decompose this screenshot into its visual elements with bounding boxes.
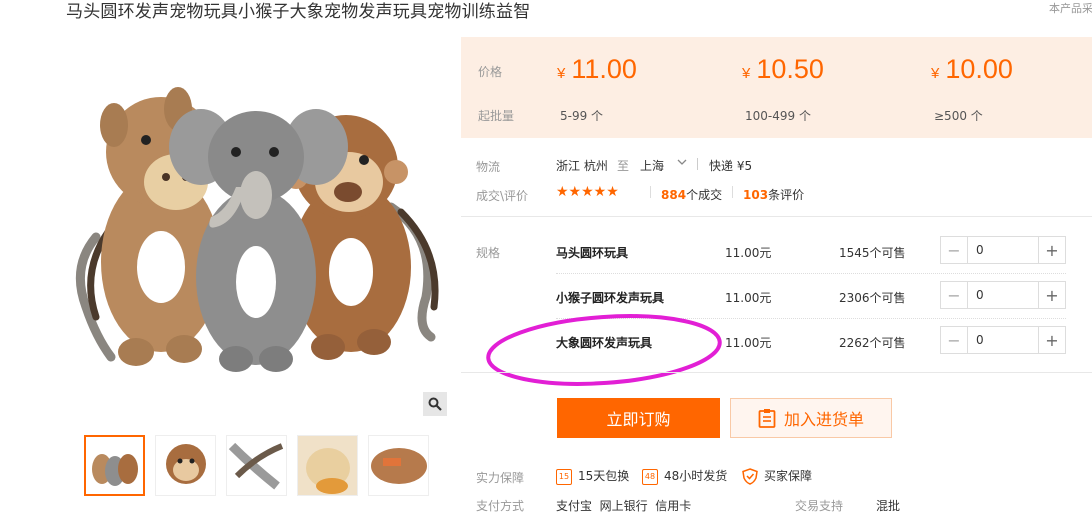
deal-count-number: 884 bbox=[661, 188, 687, 202]
product-title: 马头圆环发声宠物玩具小猴子大象宠物发声玩具宠物训练益智 bbox=[66, 2, 531, 22]
hours-48-icon: 48 bbox=[642, 468, 658, 485]
payment-label: 支付方式 bbox=[476, 499, 525, 513]
trade-support-label: 交易支持 bbox=[795, 499, 844, 513]
zoom-button[interactable] bbox=[423, 392, 447, 416]
plush-toys-illustration bbox=[75, 87, 439, 372]
quantity-stepper-1: − 0 + bbox=[940, 236, 1066, 264]
deal-count[interactable]: 884个成交 bbox=[661, 186, 722, 203]
logistics-express: 快递 ¥5 bbox=[709, 159, 753, 173]
thumbnail-image bbox=[227, 436, 286, 495]
guarantee-item-1[interactable]: 15 15天包换 bbox=[556, 467, 629, 485]
logistics-to-word: 至 bbox=[617, 159, 630, 173]
quantity-input[interactable]: 0 bbox=[968, 327, 1038, 353]
price-value: 10.00 bbox=[945, 54, 1013, 84]
sku-stock-2: 2306个可售 bbox=[839, 291, 906, 305]
quantity-stepper-2: − 0 + bbox=[940, 281, 1066, 309]
logistics-destination-select[interactable]: 上海 bbox=[640, 157, 664, 174]
minus-button[interactable]: − bbox=[941, 282, 968, 308]
review-count-suffix: 条评价 bbox=[768, 188, 805, 202]
review-count[interactable]: 103条评价 bbox=[743, 186, 804, 203]
currency-symbol: ¥ bbox=[742, 65, 751, 82]
price-value: 10.50 bbox=[756, 54, 824, 84]
price-label: 价格 bbox=[478, 65, 503, 79]
thumbnail-image bbox=[156, 436, 215, 495]
price-value: 11.00 bbox=[571, 54, 637, 84]
thumbnail-5[interactable] bbox=[368, 435, 429, 496]
section-divider bbox=[461, 216, 1092, 217]
thumbnail-image bbox=[298, 436, 357, 495]
moq-label: 起批量 bbox=[478, 109, 515, 123]
quantity-stepper-3: − 0 + bbox=[940, 326, 1066, 354]
clipboard-icon bbox=[758, 409, 776, 428]
currency-symbol: ¥ bbox=[931, 65, 940, 82]
rating-stars: ★★★★★ bbox=[556, 184, 619, 200]
calendar-15-icon: 15 bbox=[556, 468, 572, 485]
thumbnail-image bbox=[369, 436, 428, 495]
guarantee-text: 买家保障 bbox=[764, 469, 813, 483]
price-tier-1: ¥11.00 bbox=[557, 54, 637, 85]
add-to-cart-label: 加入进货单 bbox=[783, 410, 864, 429]
sku-stock-1: 1545个可售 bbox=[839, 246, 906, 260]
sku-label: 规格 bbox=[476, 246, 501, 260]
payment-methods: 支付宝 网上银行 信用卡 bbox=[556, 499, 692, 513]
plus-button[interactable]: + bbox=[1038, 282, 1065, 308]
deals-label: 成交\评价 bbox=[476, 189, 529, 203]
guarantee-text: 15天包换 bbox=[578, 469, 630, 483]
quantity-input[interactable]: 0 bbox=[968, 237, 1038, 263]
thumbnail-2[interactable] bbox=[155, 435, 216, 496]
thumbnail-image bbox=[86, 437, 143, 494]
sku-divider bbox=[556, 273, 1066, 274]
guarantee-text: 48小时发货 bbox=[664, 469, 728, 483]
corner-note: 本产品采 bbox=[1049, 2, 1092, 15]
minus-button[interactable]: − bbox=[941, 327, 968, 353]
thumbnail-4[interactable] bbox=[297, 435, 358, 496]
moq-tier-1: 5-99 个 bbox=[560, 109, 604, 123]
divider bbox=[732, 186, 733, 198]
thumbnail-strip bbox=[84, 435, 429, 496]
sku-name-2: 小猴子圆环发声玩具 bbox=[556, 291, 665, 305]
section-divider bbox=[461, 372, 1092, 373]
quantity-input[interactable]: 0 bbox=[968, 282, 1038, 308]
thumbnail-1[interactable] bbox=[84, 435, 145, 496]
logistics-from: 浙江 杭州 bbox=[556, 159, 608, 173]
guarantee-label: 实力保障 bbox=[476, 471, 525, 485]
buy-now-button[interactable]: 立即订购 bbox=[557, 398, 720, 438]
divider bbox=[697, 158, 698, 170]
minus-button[interactable]: − bbox=[941, 237, 968, 263]
moq-tier-2: 100-499 个 bbox=[745, 109, 811, 123]
chevron-down-icon[interactable] bbox=[677, 156, 687, 171]
annotation-ellipse bbox=[486, 314, 722, 386]
plus-button[interactable]: + bbox=[1038, 237, 1065, 263]
sku-price-2: 11.00元 bbox=[725, 291, 772, 305]
thumbnail-3[interactable] bbox=[226, 435, 287, 496]
review-count-number: 103 bbox=[743, 188, 769, 202]
price-tier-2: ¥10.50 bbox=[742, 54, 824, 85]
trade-support-value: 混批 bbox=[876, 499, 901, 513]
magnifier-icon bbox=[428, 397, 442, 411]
sku-price-1: 11.00元 bbox=[725, 246, 772, 260]
logistics-label: 物流 bbox=[476, 160, 501, 174]
price-tier-3: ¥10.00 bbox=[931, 54, 1013, 85]
guarantee-item-2[interactable]: 48 48小时发货 bbox=[642, 467, 727, 485]
divider bbox=[650, 186, 651, 198]
deal-count-suffix: 个成交 bbox=[686, 188, 723, 202]
plus-button[interactable]: + bbox=[1038, 327, 1065, 353]
sku-stock-3: 2262个可售 bbox=[839, 336, 906, 350]
add-to-cart-button[interactable]: 加入进货单 bbox=[730, 398, 892, 438]
currency-symbol: ¥ bbox=[557, 65, 566, 82]
moq-tier-3: ≥500 个 bbox=[934, 109, 983, 123]
product-main-image[interactable] bbox=[66, 37, 446, 415]
shield-icon bbox=[742, 468, 758, 485]
sku-name-1: 马头圆环玩具 bbox=[556, 246, 629, 260]
guarantee-item-3[interactable]: 买家保障 bbox=[742, 467, 812, 485]
sku-price-3: 11.00元 bbox=[725, 336, 772, 350]
